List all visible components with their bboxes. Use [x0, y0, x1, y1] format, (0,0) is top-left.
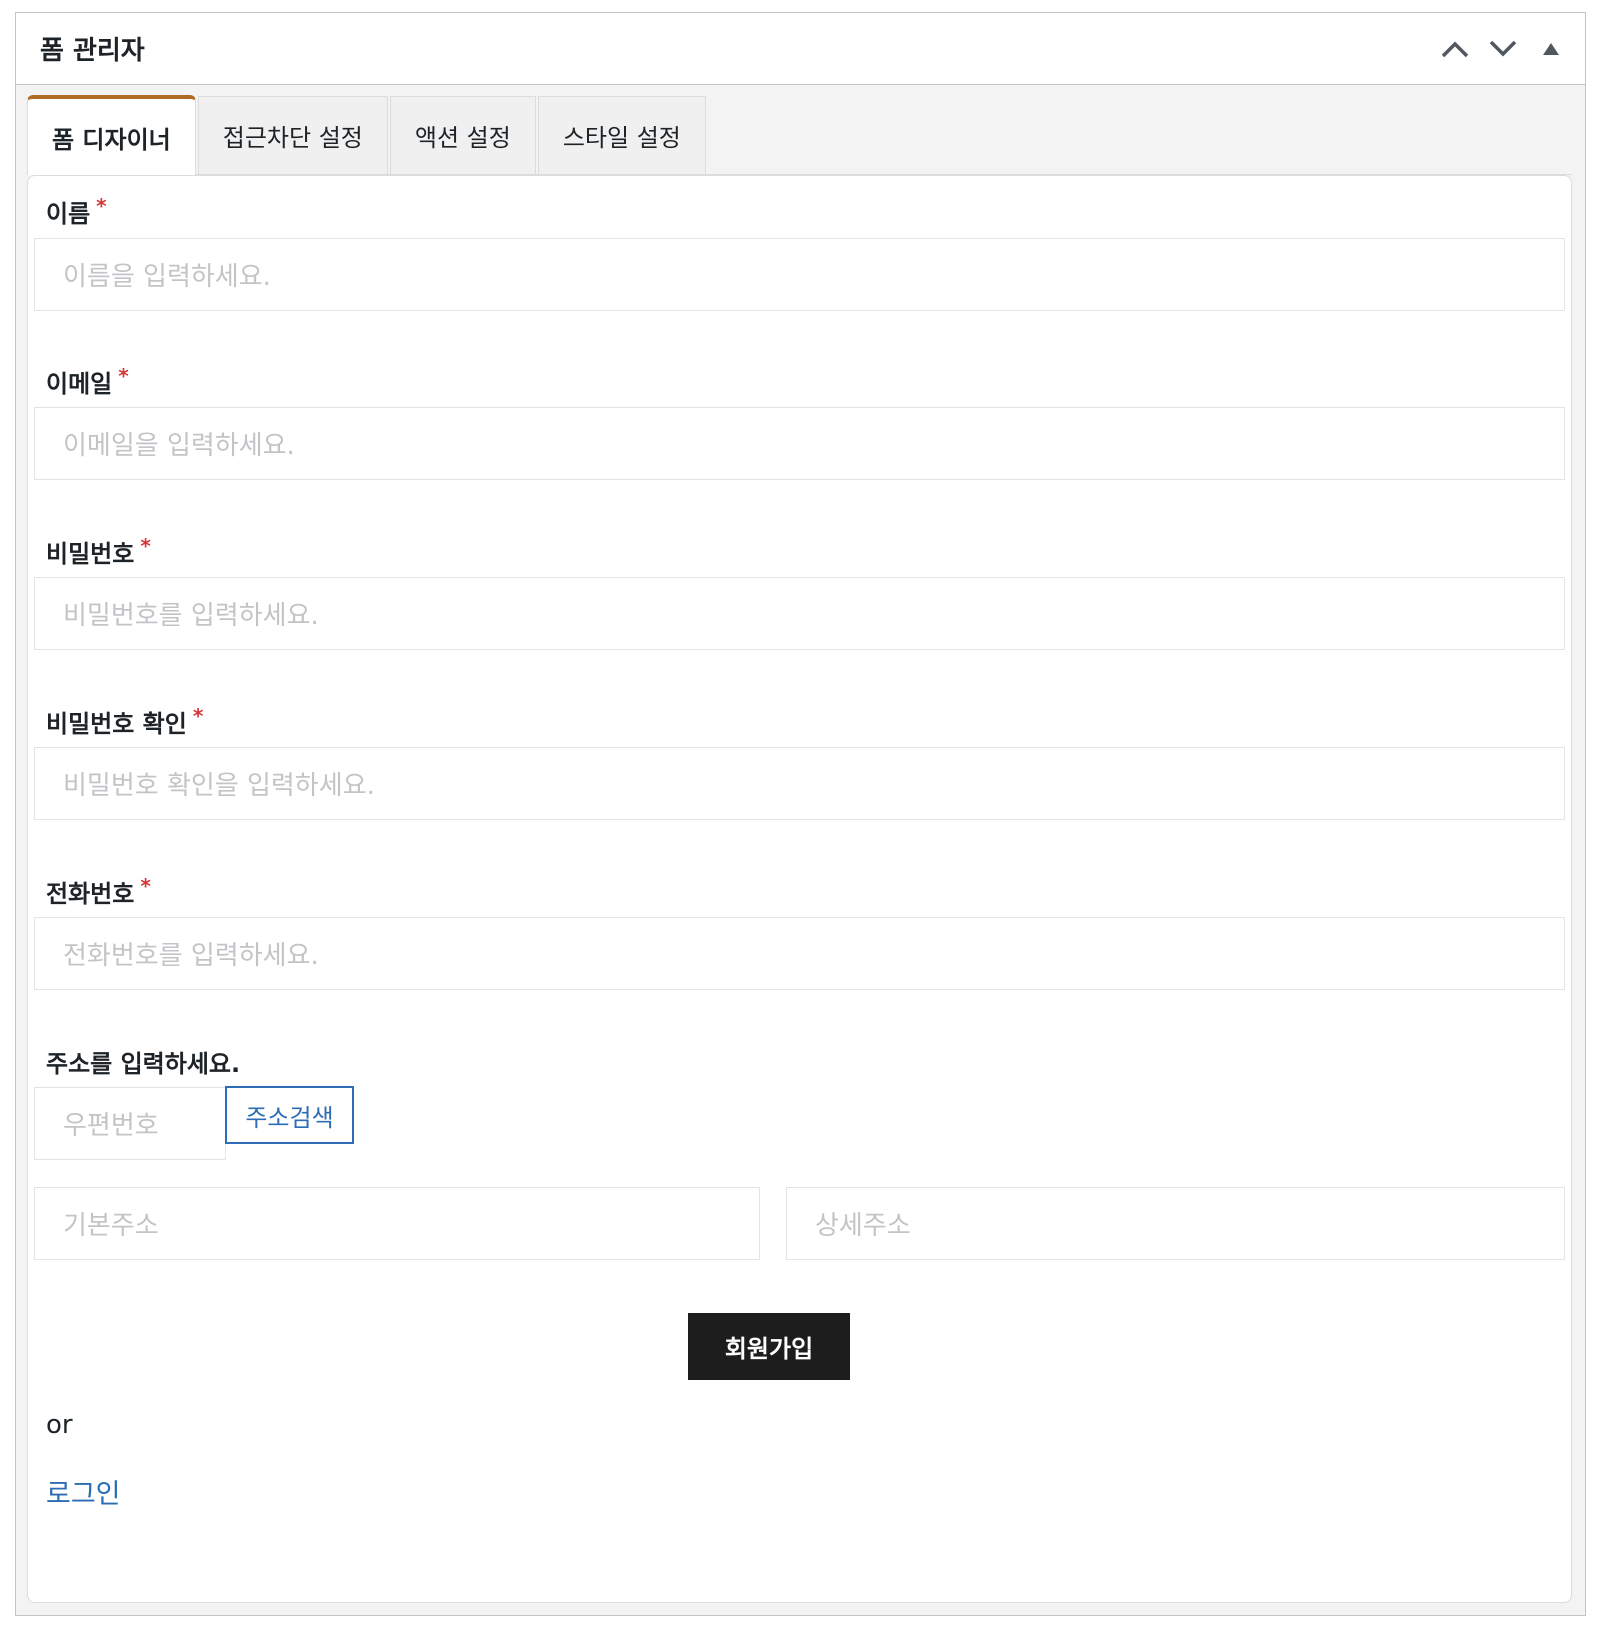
- name-label: 이름 *: [46, 194, 107, 228]
- required-mark: *: [118, 364, 129, 388]
- move-down-button[interactable]: [1483, 29, 1523, 69]
- form-preview: 이름 * 이름을 입력하세요. 이메일 * 이메일을 입력하세요. 비밀번호 * 비밀…: [27, 175, 1572, 1603]
- base-address-input[interactable]: 기본주소: [34, 1187, 760, 1260]
- tab-access-block-settings[interactable]: 접근차단 설정: [197, 96, 388, 174]
- address-label: 주소를 입력하세요.: [46, 1050, 241, 1078]
- chevron-up-icon: [1441, 41, 1469, 57]
- triangle-up-icon: [1543, 42, 1559, 55]
- password-input[interactable]: 비밀번호를 입력하세요.: [34, 577, 1565, 650]
- zip-code-input[interactable]: 우편번호: [34, 1087, 226, 1160]
- panel-title: 폼 관리자: [40, 36, 145, 66]
- tab-action-settings[interactable]: 액션 설정: [389, 96, 536, 174]
- phone-label: 전화번호 *: [46, 874, 151, 908]
- required-mark: *: [192, 704, 204, 728]
- form-manager-panel: 폼 관리자 폼 디자이너 접근차단 설정 액션 설정 스타일 설정 이름 * 이름…: [15, 12, 1586, 1616]
- chevron-down-icon: [1489, 40, 1517, 56]
- panel-header: 폼 관리자: [16, 13, 1585, 85]
- detail-address-input[interactable]: 상세주소: [786, 1187, 1565, 1260]
- password-confirm-input[interactable]: 비밀번호 확인을 입력하세요.: [34, 747, 1565, 820]
- header-controls: [1435, 29, 1571, 69]
- address-search-button[interactable]: 주소검색: [225, 1086, 354, 1144]
- required-mark: *: [96, 194, 107, 218]
- tab-form-designer[interactable]: 폼 디자이너: [27, 95, 196, 175]
- login-link[interactable]: 로그인: [46, 1472, 121, 1511]
- required-mark: *: [140, 874, 151, 898]
- password-confirm-label: 비밀번호 확인 *: [46, 704, 204, 738]
- or-text: or: [46, 1410, 73, 1440]
- email-label: 이메일 *: [46, 364, 129, 398]
- phone-input[interactable]: 전화번호를 입력하세요.: [34, 917, 1565, 990]
- signup-button[interactable]: 회원가입: [688, 1313, 850, 1380]
- move-up-button[interactable]: [1435, 29, 1475, 69]
- required-mark: *: [140, 534, 151, 558]
- name-input[interactable]: 이름을 입력하세요.: [34, 238, 1565, 311]
- panel-body: 폼 디자이너 접근차단 설정 액션 설정 스타일 설정 이름 * 이름을 입력하세…: [16, 85, 1585, 1615]
- tab-style-settings[interactable]: 스타일 설정: [537, 96, 706, 174]
- email-input[interactable]: 이메일을 입력하세요.: [34, 407, 1565, 480]
- toggle-panel-button[interactable]: [1531, 29, 1571, 69]
- tab-bar: 폼 디자이너 접근차단 설정 액션 설정 스타일 설정: [27, 95, 1572, 175]
- password-label: 비밀번호 *: [46, 534, 151, 568]
